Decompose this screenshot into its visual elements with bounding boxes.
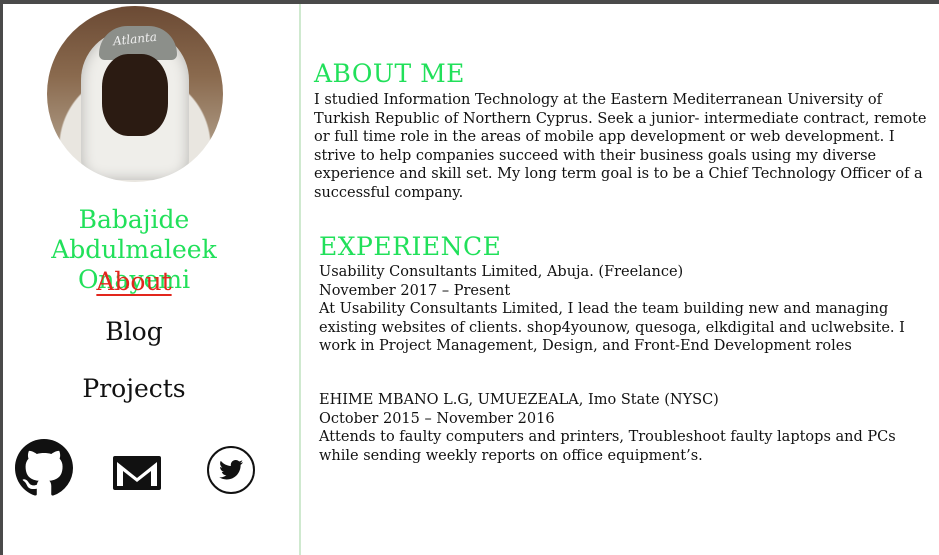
nav-link-about[interactable]: About (3, 267, 265, 296)
experience-description: Attends to faulty computers and printers… (319, 429, 896, 464)
experience-heading: EXPERIENCE (319, 232, 502, 261)
avatar-face (102, 54, 168, 136)
github-icon[interactable] (15, 439, 73, 497)
about-text: I studied Information Technology at the … (314, 92, 927, 201)
sidebar: Atlanta Babajide Abdulmaleek Onayemi Abo… (3, 4, 299, 555)
avatar: Atlanta (47, 6, 223, 182)
twitter-icon[interactable] (206, 445, 256, 495)
experience-item: EHIME MBANO L.G, UMUEZEALA, Imo State (N… (319, 391, 929, 465)
main-content: ABOUT ME I studied Information Technolog… (301, 4, 939, 555)
experience-dates: November 2017 – Present (319, 282, 511, 299)
experience-company: EHIME MBANO L.G, UMUEZEALA, Imo State (N… (319, 392, 719, 408)
experience-company: Usability Consultants Limited, Abuja. (F… (319, 264, 684, 280)
nav-link-blog[interactable]: Blog (3, 317, 265, 346)
nav-link-projects[interactable]: Projects (3, 374, 265, 403)
experience-description: At Usability Consultants Limited, I lead… (319, 301, 905, 355)
experience-dates: October 2015 – November 2016 (319, 410, 555, 427)
experience-item: Usability Consultants Limited, Abuja. (F… (319, 263, 929, 356)
mail-icon[interactable] (111, 454, 163, 492)
about-heading: ABOUT ME (314, 59, 465, 88)
